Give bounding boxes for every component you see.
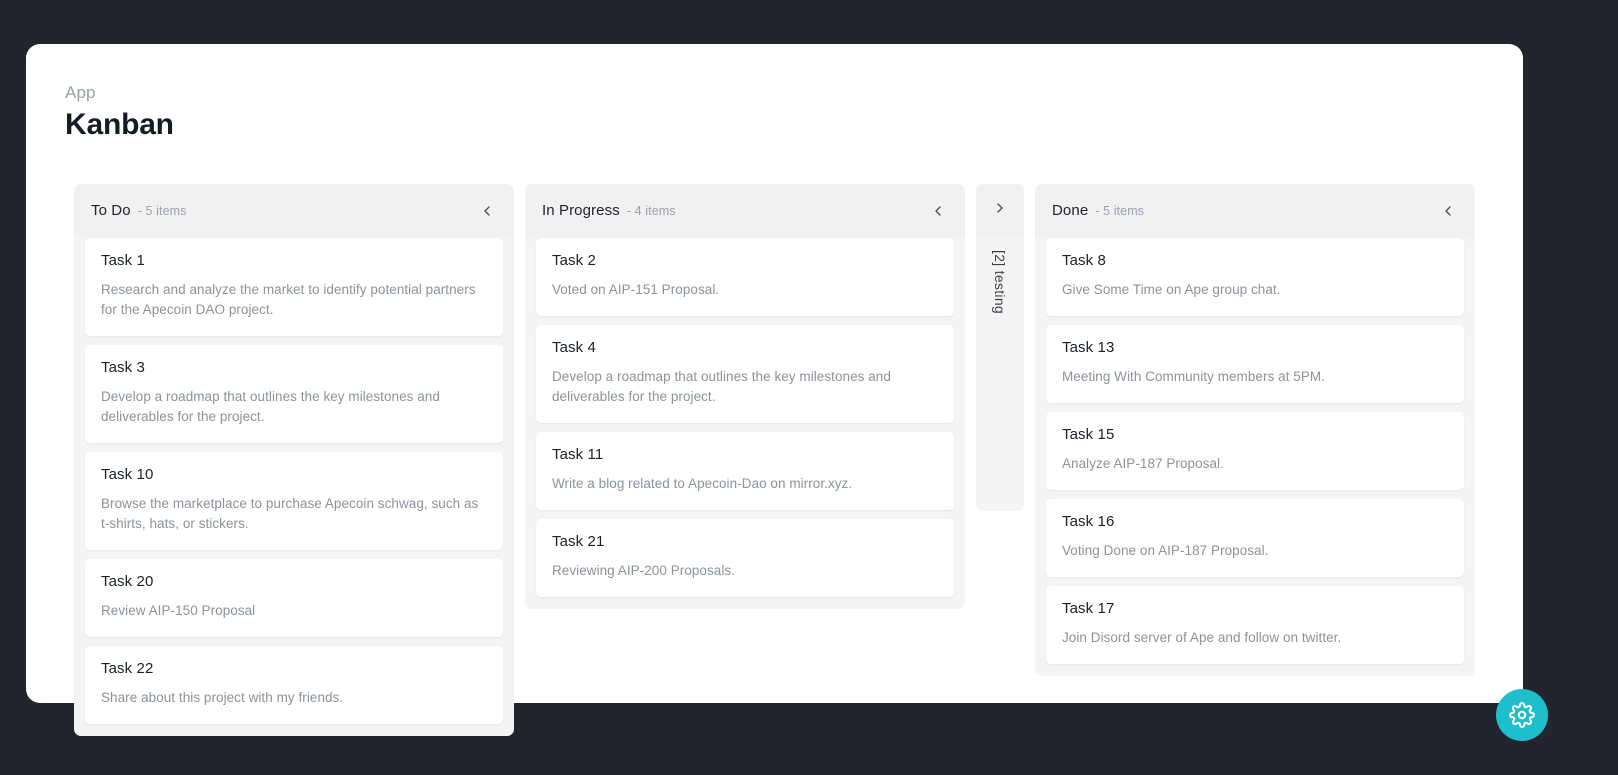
kanban-board: To Do - 5 items Task 1 Research and analyze… — [74, 184, 1501, 736]
collapse-column-button-todo[interactable] — [476, 200, 498, 222]
task-card-title: Task 17 — [1062, 600, 1115, 617]
collapse-column-button-done[interactable] — [1437, 200, 1459, 222]
task-card-description: Develop a roadmap that outlines the key … — [101, 389, 440, 424]
task-card-description: Voted on AIP-151 Proposal. — [552, 282, 720, 297]
column-title: In Progress — [542, 202, 620, 219]
card-list-todo: Task 1 Research and analyze the market to… — [74, 237, 514, 724]
column-item-count: - 5 items — [137, 203, 187, 218]
task-card-title: Task 10 — [101, 466, 154, 483]
task-card[interactable]: Task 3 Develop a roadmap that outlines th… — [85, 345, 503, 443]
task-card-description: Join Disord server of Ape and follow on … — [1062, 630, 1342, 645]
task-card-description: Voting Done on AIP-187 Proposal. — [1062, 543, 1269, 558]
column-title: Done — [1052, 202, 1089, 219]
column-item-count: - 5 items — [1095, 203, 1145, 218]
task-card-title: Task 3 — [101, 359, 145, 376]
task-card-description: Review AIP-150 Proposal — [101, 603, 256, 618]
chevron-left-icon — [479, 203, 495, 219]
task-card[interactable]: Task 20 Review AIP-150 Proposal — [85, 559, 503, 637]
task-card-description: Meeting With Community members at 5PM. — [1062, 369, 1325, 384]
task-card-description: Reviewing AIP-200 Proposals. — [552, 563, 735, 578]
settings-fab-button[interactable] — [1496, 689, 1548, 741]
task-card-description: Browse the marketplace to purchase Apeco… — [101, 496, 479, 531]
task-card[interactable]: Task 8 Give Some Time on Ape group chat. — [1046, 238, 1464, 316]
kanban-column-in-progress: In Progress - 4 items Task 2 Voted on AIP-1… — [525, 184, 965, 609]
task-card-title: Task 20 — [101, 573, 154, 590]
task-card-title: Task 1 — [101, 252, 145, 269]
column-title: To Do — [91, 202, 131, 219]
task-card-description: Write a blog related to Apecoin-Dao on m… — [552, 476, 853, 491]
task-card-title: Task 13 — [1062, 339, 1115, 356]
expand-column-button-testing[interactable] — [976, 184, 1024, 237]
chevron-left-icon — [930, 203, 946, 219]
task-card[interactable]: Task 22 Share about this project with my … — [85, 646, 503, 724]
app-eyebrow-label: App — [65, 83, 96, 102]
task-card-description: Give Some Time on Ape group chat. — [1062, 282, 1281, 297]
task-card-title: Task 2 — [552, 252, 596, 269]
task-card-description: Develop a roadmap that outlines the key … — [552, 369, 891, 404]
kanban-column-done: Done - 5 items Task 8 Give Some Time on Ape… — [1035, 184, 1475, 676]
task-card[interactable]: Task 13 Meeting With Community members at… — [1046, 325, 1464, 403]
app-card: App Kanban To Do - 5 items Task 1 Research … — [26, 44, 1523, 736]
collapsed-column-title: [2] testing — [992, 250, 1008, 315]
column-item-count: - 4 items — [626, 203, 676, 218]
task-card-description: Analyze AIP-187 Proposal. — [1062, 456, 1224, 471]
task-card-title: Task 8 — [1062, 252, 1106, 269]
task-card-description: Research and analyze the market to ident… — [101, 282, 476, 317]
task-card[interactable]: Task 10 Browse the marketplace to purchas… — [85, 452, 503, 550]
task-card-title: Task 15 — [1062, 426, 1115, 443]
task-card[interactable]: Task 21 Reviewing AIP-200 Proposals. — [536, 519, 954, 597]
task-card-title: Task 11 — [552, 446, 604, 463]
column-header-done: Done - 5 items — [1035, 184, 1475, 237]
page-heading: App Kanban — [65, 82, 174, 144]
task-card-title: Task 22 — [101, 660, 154, 677]
task-card[interactable]: Task 4 Develop a roadmap that outlines th… — [536, 325, 954, 423]
task-card[interactable]: Task 1 Research and analyze the market to… — [85, 238, 503, 336]
card-list-done: Task 8 Give Some Time on Ape group chat. T… — [1035, 237, 1475, 664]
card-list-in-progress: Task 2 Voted on AIP-151 Proposal. Task 4 De… — [525, 237, 965, 597]
chevron-left-icon — [1440, 203, 1456, 219]
task-card[interactable]: Task 17 Join Disord server of Ape and fol… — [1046, 586, 1464, 664]
task-card-title: Task 21 — [552, 533, 605, 550]
gear-icon — [1509, 702, 1535, 728]
task-card[interactable]: Task 2 Voted on AIP-151 Proposal. — [536, 238, 954, 316]
task-card[interactable]: Task 16 Voting Done on AIP-187 Proposal. — [1046, 499, 1464, 577]
task-card[interactable]: Task 11 Write a blog related to Apecoin-D… — [536, 432, 954, 510]
chevron-right-icon — [992, 200, 1008, 221]
collapse-column-button-in-progress[interactable] — [927, 200, 949, 222]
task-card[interactable]: Task 15 Analyze AIP-187 Proposal. — [1046, 412, 1464, 490]
task-card-title: Task 4 — [552, 339, 596, 356]
column-header-in-progress: In Progress - 4 items — [525, 184, 965, 237]
kanban-column-todo: To Do - 5 items Task 1 Research and analyze… — [74, 184, 514, 736]
kanban-column-collapsed-testing[interactable]: [2] testing — [976, 184, 1024, 511]
column-header-todo: To Do - 5 items — [74, 184, 514, 237]
task-card-description: Share about this project with my friends… — [101, 690, 344, 705]
task-card-title: Task 16 — [1062, 513, 1115, 530]
page-title: Kanban — [65, 108, 174, 141]
